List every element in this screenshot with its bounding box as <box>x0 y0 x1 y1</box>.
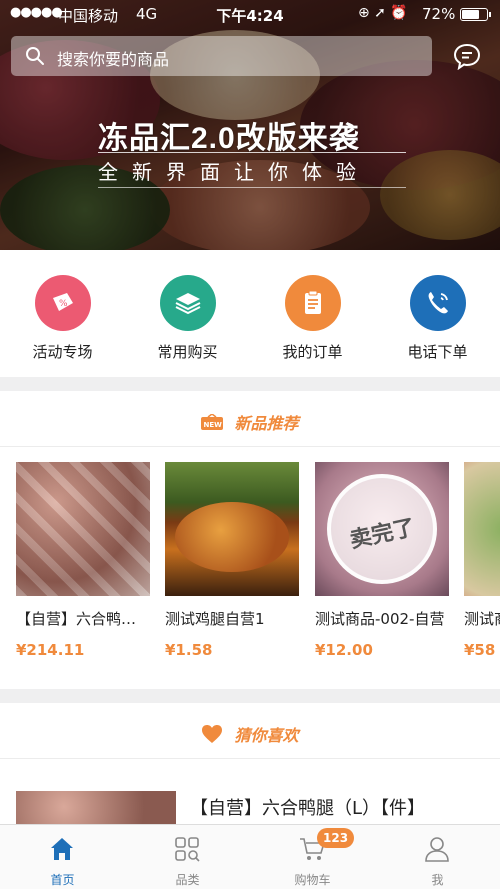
quick-action-orders[interactable]: 我的订单 <box>250 275 375 362</box>
guess-like-header: 猜你喜欢 <box>0 703 500 759</box>
tab-bar: 首页 品类 购物车 我 <box>0 824 500 889</box>
tab-label: 品类 <box>175 873 200 887</box>
product-price: ¥1.58 <box>165 641 213 659</box>
product-card[interactable]: 卖完了 测试商品-002-自营 ¥12.00 <box>315 462 449 659</box>
activity-icon: % <box>34 275 91 331</box>
search-icon <box>26 47 44 65</box>
order-icon <box>284 275 341 331</box>
cart-count-badge: 123 <box>317 828 355 848</box>
quick-action-label: 常用购买 <box>157 343 218 361</box>
product-name: 【自营】六合鸭腿（L）【件】 <box>16 610 150 628</box>
product-image <box>16 462 150 596</box>
banner-rule-bottom <box>98 187 406 188</box>
quick-actions: % 活动专场 常用购买 我的订单 电话下单 <box>0 250 500 377</box>
product-card[interactable]: 测试鸡腿自营1 ¥1.58 <box>165 462 299 659</box>
new-products-title: 新品推荐 <box>234 414 299 433</box>
product-image: 卖完了 <box>315 462 449 596</box>
tab-me[interactable]: 我 <box>375 825 500 889</box>
banner-subline: 全新界面让你体验 <box>98 160 370 184</box>
product-card[interactable]: 【自营】六合鸭腿（L）【件】 ¥214.11 <box>16 462 150 659</box>
user-icon <box>425 837 449 862</box>
product-name: 测试商品-002-自营 <box>315 610 445 628</box>
svg-text:%: % <box>59 299 68 309</box>
product-image <box>165 462 299 596</box>
product-price: ¥12.00 <box>315 641 373 659</box>
search-bar[interactable]: 搜索你要的商品 <box>11 36 432 76</box>
banner-rule <box>98 152 406 153</box>
tab-label: 首页 <box>50 873 75 887</box>
new-products-section: NEW 新品推荐 【自营】六合鸭腿（L）【件】 ¥214.11 测试鸡腿自营1 … <box>0 391 500 689</box>
battery-icon <box>460 8 491 21</box>
product-image <box>464 462 500 596</box>
home-icon <box>51 838 73 860</box>
svg-text:NEW: NEW <box>204 421 223 429</box>
product-name: 测试鸡腿自营1 <box>165 610 265 628</box>
app-root: 冻品汇2.0改版来袭 全新界面让你体验 ●●●●● 中国移动 4G 下午4:24… <box>0 0 500 889</box>
heart-icon <box>202 724 223 743</box>
new-products-carousel[interactable]: 【自营】六合鸭腿（L）【件】 ¥214.11 测试鸡腿自营1 ¥1.58 卖完了… <box>0 448 500 689</box>
quick-action-activity[interactable]: % 活动专场 <box>0 275 125 362</box>
tab-home[interactable]: 首页 <box>0 825 125 889</box>
status-icons: ⊕ ➚ ⏰ <box>358 5 408 21</box>
guess-like-item[interactable]: 【自营】六合鸭腿（L）【件】 <box>0 761 500 831</box>
quick-action-frequent[interactable]: 常用购买 <box>125 275 250 362</box>
tab-category[interactable]: 品类 <box>125 825 250 889</box>
quick-action-phone[interactable]: 电话下单 <box>375 275 500 362</box>
new-products-header: NEW 新品推荐 <box>0 391 500 447</box>
search-placeholder: 搜索你要的商品 <box>57 50 170 69</box>
guess-like-title: 猜你喜欢 <box>234 726 299 745</box>
quick-action-label: 电话下单 <box>407 343 468 361</box>
product-price: ¥58 <box>464 641 496 659</box>
product-name: 测试商品 <box>464 610 500 628</box>
quick-action-label: 活动专场 <box>32 343 93 361</box>
guess-like-section: 猜你喜欢 【自营】六合鸭腿（L）【件】 <box>0 703 500 831</box>
new-badge-icon: NEW <box>201 412 224 430</box>
product-card[interactable]: 测试商品 ¥58 <box>464 462 500 659</box>
product-price: ¥214.11 <box>16 641 85 659</box>
category-icon <box>175 837 200 862</box>
quick-action-label: 我的订单 <box>282 343 343 361</box>
banner-headline: 冻品汇2.0改版来袭 <box>98 122 360 155</box>
battery-percent: 72% <box>422 5 456 23</box>
tab-label: 购物车 <box>294 873 331 887</box>
sold-out-stamp: 卖完了 <box>327 474 437 584</box>
status-bar: ●●●●● 中国移动 4G 下午4:24 ⊕ ➚ ⏰ 72% <box>0 0 500 28</box>
message-icon[interactable] <box>452 42 482 70</box>
product-name: 【自营】六合鸭腿（L）【件】 <box>190 798 426 819</box>
tab-cart[interactable]: 购物车 <box>250 825 375 889</box>
tab-label: 我 <box>431 873 444 887</box>
phone-icon <box>409 275 466 331</box>
stack-icon <box>159 275 216 331</box>
